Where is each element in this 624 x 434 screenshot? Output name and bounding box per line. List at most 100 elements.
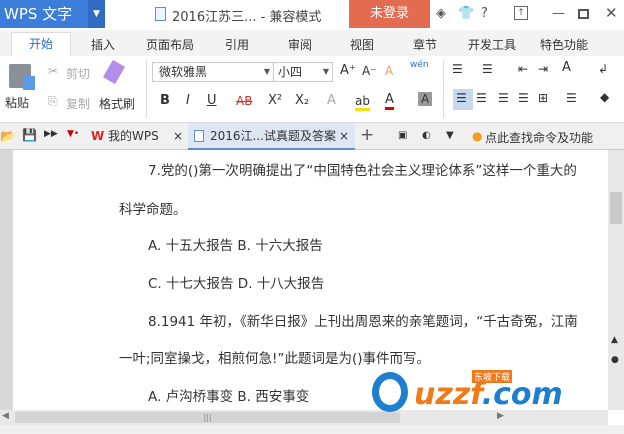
chevron-down-icon: ▼ — [263, 67, 270, 76]
align-right-button[interactable]: ☰ — [498, 91, 509, 105]
line-spacing-icon[interactable]: ☰ — [566, 91, 577, 105]
window-title: 2016江苏三... - 兼容模式 — [172, 10, 322, 25]
scroll-thumb[interactable] — [610, 192, 622, 224]
close-button[interactable]: ✕ — [605, 4, 618, 22]
watermark-logo: uzzf.com 东坡下载 — [372, 370, 622, 417]
tab-document[interactable]: 2016江...试真题及答案 × — [188, 123, 355, 150]
change-case-icon[interactable]: A — [562, 60, 571, 75]
customize-icon[interactable]: ▼• — [67, 129, 79, 139]
cut-icon[interactable]: ✂ — [48, 64, 58, 78]
chevron-down-icon: ▼ — [322, 67, 329, 76]
tab-label: 我的WPS — [108, 129, 159, 143]
font-size-value: 小四 — [278, 65, 303, 79]
format-painter-icon[interactable] — [102, 59, 126, 85]
watermark-sub: 东坡下载 — [472, 370, 513, 383]
paragraph: 8.1941 年初，《新华日报》上刊出周恩来的亲笔题词，“千古奇冤，江南 — [148, 314, 578, 330]
shading-icon[interactable]: ◆ — [600, 90, 609, 104]
copy-icon[interactable]: ⎘ — [48, 94, 58, 109]
scroll-left-icon[interactable]: ◀ — [2, 411, 9, 421]
superscript-button[interactable]: X² — [268, 93, 282, 108]
ribbon-tabs: 开始 插入 页面布局 引用 审阅 视图 章节 开发工具 特色功能 — [0, 30, 624, 56]
login-button[interactable]: 未登录 — [349, 0, 430, 28]
paragraph-mark-icon[interactable]: ↲ — [598, 62, 608, 76]
numbered-list-icon[interactable]: ☰ — [482, 62, 493, 76]
bullet-list-icon[interactable]: ☰ — [452, 62, 463, 76]
tab-tool-icon[interactable]: ◐ — [422, 130, 431, 141]
new-tab-button[interactable]: + — [360, 125, 374, 145]
paragraph: 一叶;同室操戈，相煎何急!”此题词是为()事件而写。 — [119, 351, 430, 367]
tab-my-wps[interactable]: W 我的WPS × — [88, 123, 188, 150]
skin-icon[interactable]: ◈ — [436, 6, 446, 21]
previous-page-icon[interactable]: ▲ — [611, 335, 618, 345]
font-name-select[interactable]: 微软雅黑 ▼ — [152, 62, 274, 82]
document-page[interactable]: 7.党的()第一次明确提出了“中国特色社会主义理论体系”这样一个重大的 科学命题… — [13, 150, 608, 410]
highlight-icon[interactable]: ab — [355, 94, 370, 111]
font-color-icon[interactable]: A — [385, 92, 394, 110]
wps-logo-icon: W — [91, 129, 105, 143]
increase-indent-icon[interactable]: ⇥ — [538, 62, 548, 76]
grow-font-button[interactable]: A⁺ — [340, 63, 356, 78]
align-left-button[interactable]: ☰ — [453, 89, 473, 110]
lightbulb-icon: ● — [472, 129, 483, 143]
subscript-button[interactable]: X₂ — [295, 93, 309, 108]
paragraph: 7.党的()第一次明确提出了“中国特色社会主义理论体系”这样一个重大的 — [148, 163, 577, 179]
paragraph: A. 卢沟桥事变 B. 西安事变 — [148, 389, 310, 405]
char-shading-icon[interactable]: A — [418, 92, 433, 106]
tab-special[interactable]: 特色功能 — [540, 36, 588, 53]
tab-tool-icon[interactable]: ▼ — [446, 130, 454, 141]
tab-developer[interactable]: 开发工具 — [468, 36, 516, 53]
shirt-icon[interactable]: 👕 — [458, 6, 474, 21]
paste-button[interactable]: 粘贴 — [5, 94, 29, 111]
tab-tool-icon[interactable]: ▣ — [398, 130, 407, 141]
close-tab-icon[interactable]: × — [173, 123, 183, 150]
distribute-button[interactable]: ⊞ — [538, 91, 548, 105]
scroll-thumb[interactable]: ||| — [15, 412, 400, 423]
bold-button[interactable]: B — [160, 93, 170, 108]
text-effect-icon[interactable]: A — [327, 93, 336, 108]
help-button[interactable]: ? — [481, 6, 488, 21]
pinyin-button[interactable]: wén — [410, 60, 429, 70]
select-browse-icon[interactable]: ● — [611, 355, 619, 365]
cut-button[interactable]: 剪切 — [66, 65, 90, 82]
document-icon — [194, 130, 204, 142]
copy-button[interactable]: 复制 — [66, 95, 90, 112]
command-search[interactable]: 点此查找命令及功能 — [485, 129, 593, 146]
tab-label: 2016江...试真题及答案 — [210, 129, 336, 143]
ribbon-toolbar: 粘贴 ✂ 剪切 ⎘ 复制 格式刷 微软雅黑 ▼ 小四 ▼ A⁺ A⁻ A wén B… — [0, 56, 624, 123]
paragraph: 科学命题。 — [119, 202, 187, 218]
title-bar: WPS 文字 ▼ 2016江苏三... - 兼容模式 未登录 ◈ 👕 ? ↑ —… — [0, 0, 624, 30]
minimize-button[interactable]: — — [552, 6, 565, 21]
tab-insert[interactable]: 插入 — [91, 36, 115, 53]
maximize-button[interactable] — [578, 9, 589, 19]
tab-review[interactable]: 审阅 — [288, 36, 312, 53]
shrink-font-button[interactable]: A⁻ — [362, 64, 377, 78]
document-tab-bar: 📂 💾 ▶▶ ▼• W 我的WPS × 2016江...试真题及答案 × + ▣… — [0, 123, 624, 150]
underline-button[interactable]: U — [207, 93, 217, 108]
app-menu-button[interactable]: WPS 文字 — [0, 0, 88, 28]
align-center-button[interactable]: ☰ — [476, 91, 487, 105]
font-name-value: 微软雅黑 — [159, 65, 208, 79]
tab-references[interactable]: 引用 — [225, 36, 249, 53]
decrease-indent-icon[interactable]: ⇤ — [518, 62, 528, 76]
more-icon[interactable]: ▶▶ — [44, 129, 58, 139]
tab-home[interactable]: 开始 — [11, 32, 71, 56]
app-menu-dropdown-icon[interactable]: ▼ — [88, 0, 105, 28]
vertical-scrollbar[interactable]: ▲ ● — [608, 150, 624, 410]
italic-button[interactable]: I — [186, 93, 190, 108]
strikethrough-button[interactable]: AB — [236, 94, 252, 108]
close-tab-icon[interactable]: × — [339, 123, 349, 150]
restore-layout-icon[interactable]: ↑ — [514, 6, 528, 20]
tab-page-layout[interactable]: 页面布局 — [146, 36, 194, 53]
paste-icon[interactable] — [9, 64, 35, 90]
paragraph: C. 十七大报告 D. 十八大报告 — [148, 276, 325, 292]
format-painter-button[interactable]: 格式刷 — [99, 95, 135, 112]
open-folder-icon[interactable]: 📂 — [0, 129, 15, 143]
font-size-select[interactable]: 小四 ▼ — [273, 62, 333, 82]
justify-button[interactable]: ☰ — [518, 91, 529, 105]
document-icon — [155, 7, 166, 21]
status-bar — [0, 425, 624, 434]
clear-format-icon[interactable]: A — [385, 64, 393, 78]
tab-view[interactable]: 视图 — [350, 36, 374, 53]
save-icon[interactable]: 💾 — [22, 128, 37, 142]
tab-section[interactable]: 章节 — [413, 36, 437, 53]
